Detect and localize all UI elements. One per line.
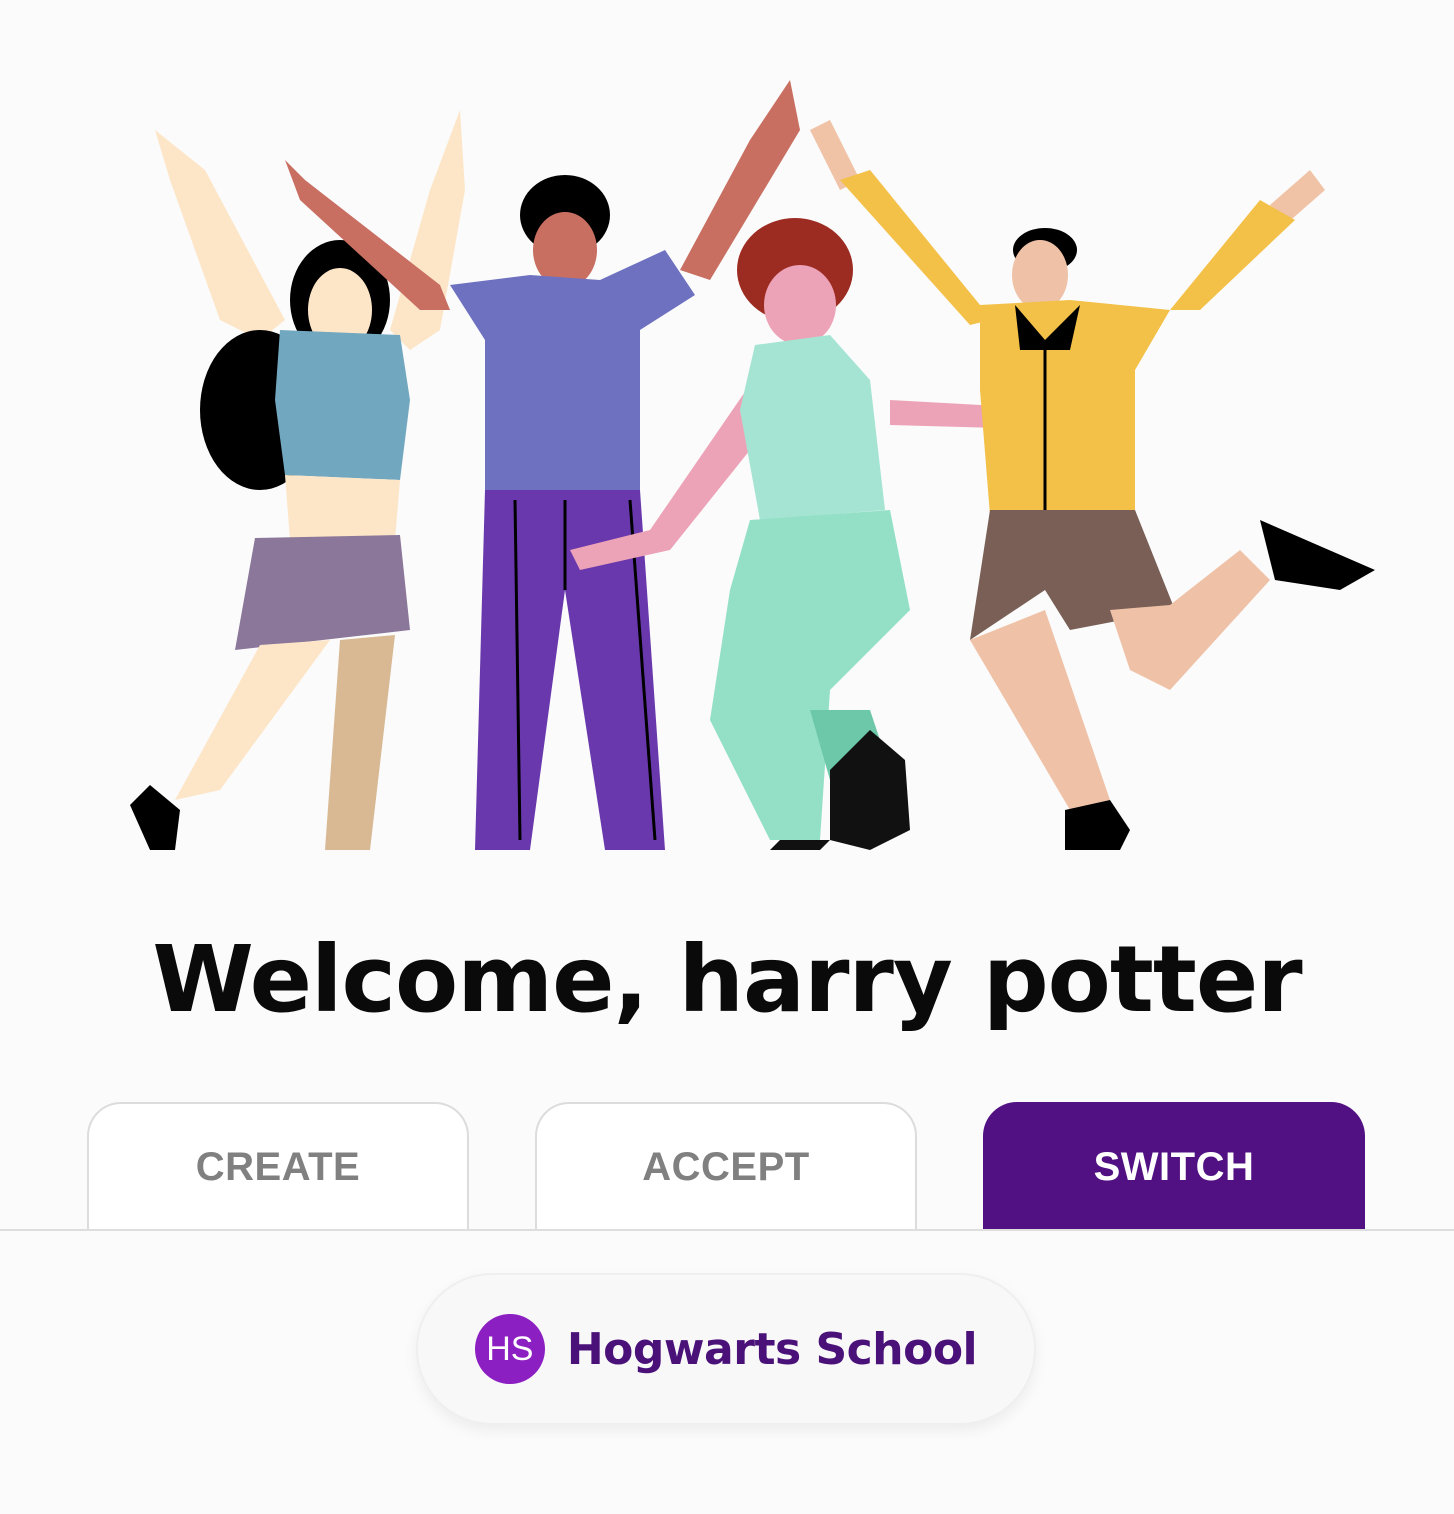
tab-accept-label: ACCEPT [642,1144,810,1189]
tab-bar: CREATE ACCEPT SWITCH [0,1102,1454,1230]
tab-create[interactable]: CREATE [87,1102,469,1230]
tab-accept[interactable]: ACCEPT [535,1102,917,1230]
tab-switch-label: SWITCH [1093,1144,1255,1189]
welcome-heading: Welcome, harry potter [152,926,1302,1033]
hero-illustration [110,70,1390,850]
school-avatar: HS [474,1314,545,1384]
school-initials: HS [486,1329,534,1368]
person-1-figure [130,110,465,850]
school-name: Hogwarts School [566,1323,978,1375]
school-selector[interactable]: HS Hogwarts School [416,1273,1036,1425]
tab-create-label: CREATE [195,1144,361,1189]
tab-switch[interactable]: SWITCH [983,1102,1365,1230]
person-4-figure [810,120,1375,850]
tab-divider [0,1229,1454,1231]
